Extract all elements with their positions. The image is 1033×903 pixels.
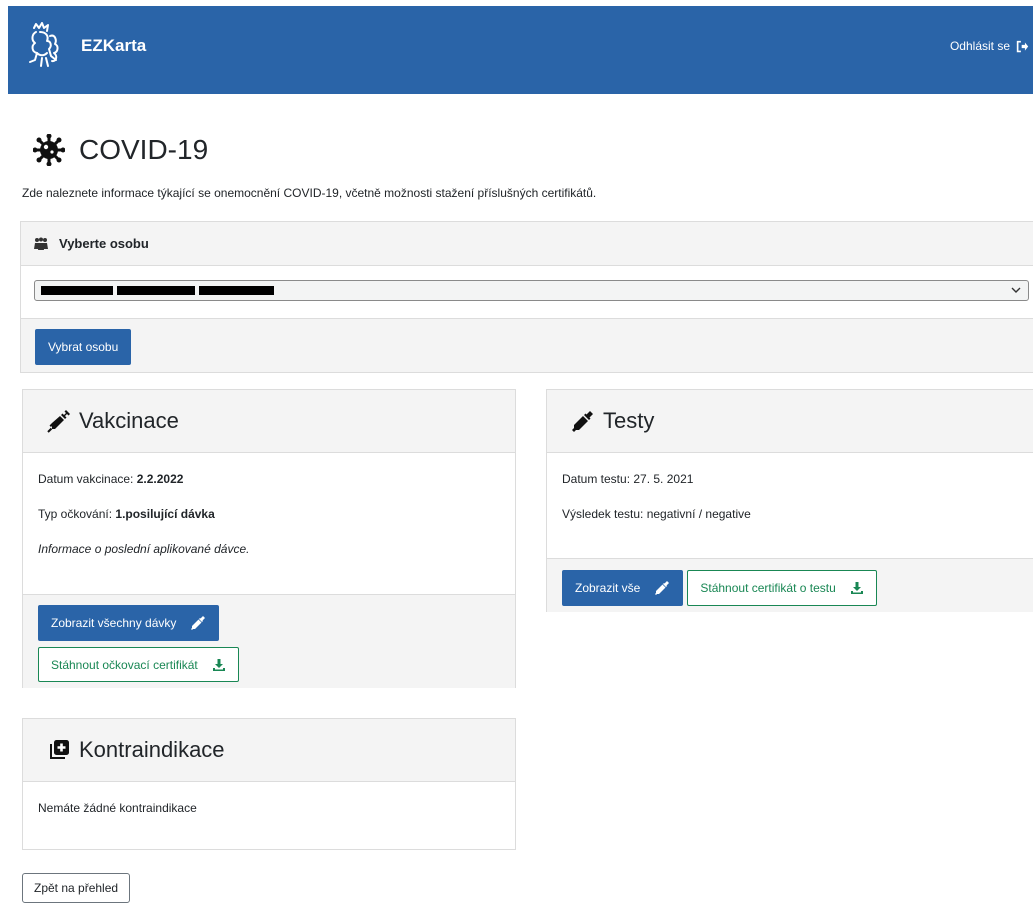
contraindications-card-header: Kontraindikace	[23, 719, 515, 782]
tests-title: Testy	[603, 408, 655, 433]
back-to-overview-button[interactable]: Zpět na přehled	[22, 873, 131, 903]
virus-icon	[33, 134, 65, 166]
syringe-icon	[47, 410, 70, 433]
eyedropper-icon	[655, 581, 670, 595]
eyedropper-icon	[572, 411, 593, 432]
download-test-certificate-label: Stáhnout certifikát o testu	[700, 581, 836, 595]
vaccination-title: Vakcinace	[79, 408, 179, 433]
contraindications-title: Kontraindikace	[79, 737, 225, 762]
show-all-doses-label: Zobrazit všechny dávky	[51, 616, 177, 630]
eyedropper-icon	[191, 616, 206, 630]
tests-card: Testy Datum testu: 27. 5. 2021 Výsledek …	[546, 389, 1033, 612]
contraindications-card: Kontraindikace Nemáte žádné kontraindika…	[22, 718, 516, 850]
vaccination-card-body: Datum vakcinace: 2.2.2022 Typ očkování: …	[23, 453, 515, 594]
person-select-footer: Vybrat osobu	[21, 319, 1033, 372]
notes-medical-icon	[50, 740, 69, 759]
redacted-name-part	[41, 286, 113, 295]
redacted-name-part	[199, 286, 274, 295]
page-intro: Zde naleznete informace týkající se onem…	[22, 186, 597, 200]
logout-label: Odhlásit se	[949, 39, 1010, 53]
show-all-tests-label: Zobrazit vše	[575, 581, 641, 595]
person-select-header: Vyberte osobu	[21, 222, 1033, 266]
download-icon	[850, 582, 863, 594]
lion-coat-of-arms-icon	[29, 22, 59, 67]
vaccination-type-value: 1.posilující dávka	[115, 507, 215, 521]
download-test-certificate-button[interactable]: Stáhnout certifikát o testu	[687, 570, 877, 606]
select-person-button[interactable]: Vybrat osobu	[35, 329, 132, 365]
vaccination-note: Informace o poslední aplikované dávce.	[38, 542, 250, 556]
person-select[interactable]: ██████ ██████ ██████	[34, 280, 1029, 301]
person-select-title: Vyberte osobu	[59, 236, 149, 251]
tests-card-footer: Zobrazit vše Stáhnout certifikát o testu	[547, 558, 1033, 612]
page-heading: COVID-19	[79, 134, 209, 165]
contraindications-text: Nemáte žádné kontraindikace	[38, 801, 197, 815]
person-select-card: Vyberte osobu ██████ ██████ ██████ Vybra…	[20, 221, 1033, 373]
vaccination-type-line: Typ očkování: 1.posilující dávka	[38, 507, 515, 522]
vaccination-type-label: Typ očkování:	[38, 507, 113, 521]
users-icon	[34, 237, 48, 250]
chevron-down-icon	[1011, 287, 1021, 293]
vaccination-date-label: Datum vakcinace:	[38, 472, 134, 486]
vaccination-card-footer: Zobrazit všechny dávky Stáhnout očkovací…	[23, 594, 515, 688]
contraindications-card-body: Nemáte žádné kontraindikace	[23, 782, 515, 816]
download-vaccination-certificate-label: Stáhnout očkovací certifikát	[51, 657, 198, 672]
tests-card-body: Datum testu: 27. 5. 2021 Výsledek testu:…	[547, 453, 1033, 558]
vaccination-date-value: 2.2.2022	[136, 472, 184, 486]
vaccination-date-line: Datum vakcinace: 2.2.2022	[38, 472, 515, 487]
download-vaccination-certificate-button[interactable]: Stáhnout očkovací certifikát	[38, 647, 239, 682]
top-navbar: EZKarta Odhlásit se	[8, 6, 1033, 94]
logout-link[interactable]: Odhlásit se	[950, 39, 1029, 53]
show-all-tests-button[interactable]: Zobrazit vše	[562, 570, 684, 606]
test-date: Datum testu: 27. 5. 2021	[562, 472, 694, 486]
person-select-row: ██████ ██████ ██████	[21, 266, 1033, 319]
sign-out-icon	[1016, 40, 1029, 52]
vaccination-card-header: Vakcinace	[23, 390, 515, 453]
tests-card-header: Testy	[547, 390, 1033, 453]
redacted-name-part	[117, 286, 195, 295]
page-title: COVID-19	[33, 134, 208, 166]
vaccination-card: Vakcinace Datum vakcinace: 2.2.2022 Typ …	[22, 389, 516, 688]
download-icon	[212, 658, 225, 671]
test-result: Výsledek testu: negativní / negative	[562, 507, 751, 521]
back-wrapper: Zpět na přehled	[22, 873, 131, 903]
app-name[interactable]: EZKarta	[81, 36, 146, 56]
show-all-doses-button[interactable]: Zobrazit všechny dávky	[38, 605, 220, 641]
